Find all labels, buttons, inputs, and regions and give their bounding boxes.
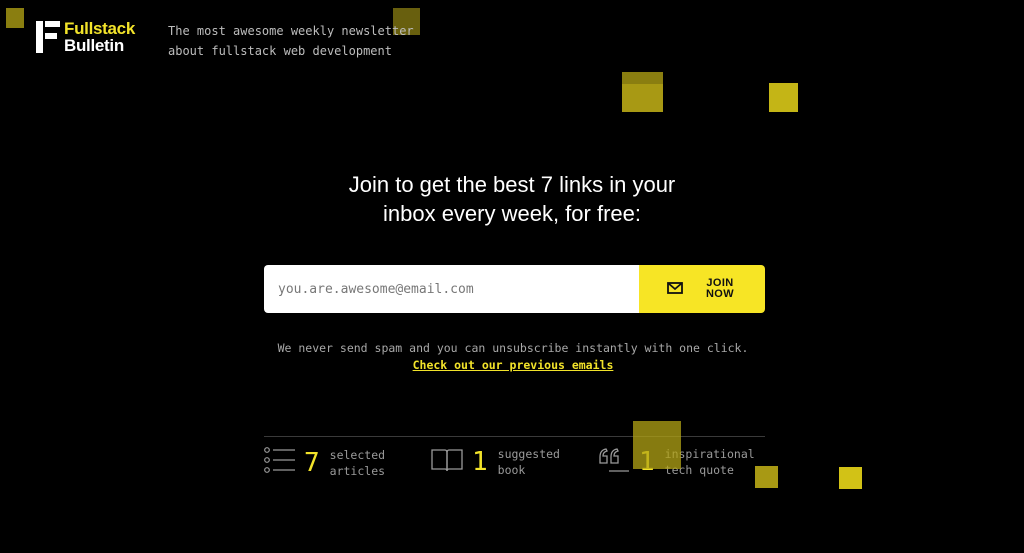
decorative-square [839, 467, 862, 489]
stat-label: selected articles [330, 447, 385, 479]
book-icon [430, 447, 464, 478]
stat-label: suggested book [498, 446, 560, 478]
divider [264, 436, 765, 437]
brand-name-line1: Fullstack [64, 19, 135, 38]
spam-note: We never send spam and you can unsubscri… [277, 341, 749, 355]
stat-label-line1: selected [329, 447, 386, 462]
join-now-label: JOIN NOW [703, 278, 737, 300]
page-headline: Join to get the best 7 links in your inb… [262, 170, 762, 228]
headline-line2: inbox every week, for free: [382, 201, 641, 226]
email-input[interactable] [264, 265, 639, 313]
tagline-line2: about fullstack web development [168, 44, 392, 58]
brand-name: Fullstack Bulletin [64, 20, 135, 54]
logo-mark-icon [36, 21, 60, 53]
decorative-square [769, 83, 798, 112]
tagline: The most awesome weekly newsletter about… [168, 21, 458, 61]
headline-line1: Join to get the best 7 links in your [348, 172, 676, 197]
join-label-line2: NOW [705, 288, 735, 300]
stat-book: 1 suggested book [430, 446, 560, 478]
stat-label-line2: articles [329, 463, 386, 478]
brand-name-line2: Bulletin [64, 36, 124, 55]
join-now-button[interactable]: JOIN NOW [639, 265, 765, 313]
stat-count: 1 [472, 447, 488, 477]
quote-icon [597, 447, 631, 478]
stat-count: 7 [304, 447, 320, 478]
previous-emails-link[interactable]: Check out our previous emails [413, 358, 614, 372]
decorative-square-shade [622, 72, 663, 84]
stat-articles: 7 selected articles [264, 446, 385, 479]
stat-label-line1: suggested [497, 447, 560, 461]
brand-logo[interactable]: Fullstack Bulletin [36, 20, 135, 54]
tagline-line1: The most awesome weekly newsletter [168, 24, 414, 38]
list-icon [264, 446, 296, 479]
decorative-square [633, 421, 681, 469]
signup-form: JOIN NOW [264, 265, 765, 313]
previous-emails-row: Check out our previous emails [262, 357, 764, 373]
stat-label-line2: book [497, 463, 526, 477]
decorative-square [755, 466, 778, 488]
envelope-icon [667, 281, 683, 297]
decorative-square [6, 8, 24, 28]
